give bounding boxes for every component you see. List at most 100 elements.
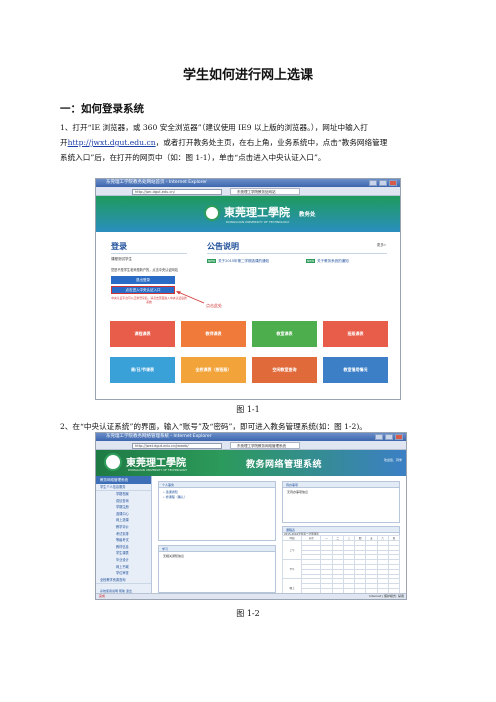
close-icon[interactable] [395,434,403,440]
address-bar[interactable]: http://jwc.dgut.edu.cn/ [132,188,222,195]
school-name-en: DONGGUAN UNIVERSITY OF TECHNOLOGY [128,468,188,472]
figure-caption: 图 1-1 [236,405,260,414]
sidebar-item[interactable]: 教学评价 [96,524,151,531]
minimize-icon[interactable] [375,434,383,440]
sidebar-item[interactable]: 教材信息 [96,544,151,551]
window-title: 东莞理工学院教务网络管理系统 - Internet Explorer [106,434,212,439]
screenshot-1: 东莞理工学院教务处网站首页 - Internet Explorer http:/… [95,178,401,400]
paragraph-line: 开http://jwxt.dgut.edu.cn，或者打开教务处主页，在右上角，… [60,135,440,150]
browser-tab[interactable]: 东莞理工学院教务处网站 [230,188,300,195]
window-title-bar: 东莞理工学院教务网络管理系统 - Internet Explorer [96,433,406,441]
figure-caption: 图 1-2 [236,609,260,618]
school-name: 東莞理工學院 [126,458,186,469]
close-icon[interactable] [389,180,397,186]
window-title: 东莞理工学院教务处网站首页 - Internet Explorer [106,180,208,185]
panel-todo: 待办事项 无待办事项信息 [282,481,400,523]
sidebar: 教务网络管理系统 学生个人信息服务 学籍档案 成绩查询 学期注册 选课中心 网上选课 教学… [96,476,152,599]
panel-study: 学习 无相关通知信息 [158,545,276,593]
paragraph-text: ，或者打开教务处主页，在右上角，业务系统中，点击“教务网络管理 [155,138,388,147]
announcement-item[interactable]: NEW 关于2015年第二学期选课的通知 [207,259,269,264]
school-name: 東莞理工學院 [224,206,290,219]
sidebar-item-resources[interactable]: 全校教学资源查询 [96,577,151,584]
paragraph-line: 系统入口”后，在打开的网页中（如：图 1-1），单击“点击进入中央认证入口”。 [60,153,326,162]
tile-class-schedule[interactable]: 班级课表 [323,321,388,347]
paragraph-step-1: 1、打开“IE 浏览器，或 360 安全浏览器”（建议使用 IE9 以上版的浏览… [60,120,440,165]
paragraph-line: 1、打开“IE 浏览器，或 360 安全浏览器”（建议使用 IE9 以上版的浏览… [60,123,368,132]
page-title: 学生如何进行网上选课 [182,68,313,83]
panel-personal: 个人事务 • 选课通知 • 修课程（确认） [158,481,276,541]
sidebar-item[interactable]: 学籍档案 [96,491,151,498]
school-logo [204,205,220,221]
announcement-text: 关于2015年第二学期选课的通知 [218,259,270,263]
cas-login-button[interactable]: 点击进入中央认证入口 [111,286,175,294]
minimize-icon[interactable] [369,180,377,186]
login-heading: 登录 [111,242,127,251]
maximize-icon[interactable] [385,434,393,440]
sidebar-item[interactable]: 学期注册 [96,504,151,511]
sidebar-item[interactable]: 学位审查 [96,570,151,577]
maximize-icon[interactable] [379,180,387,186]
panel-body: 无相关通知信息 [163,554,185,558]
sidebar-menu: 学籍档案 成绩查询 学期注册 选课中心 网上选课 教学评价 考试安排 等级考试 教材信息 学生课表… [96,491,151,577]
more-link[interactable]: 更多» [377,243,386,248]
site-header: 東莞理工學院 DONGGUAN UNIVERSITY OF TECHNOLOGY… [96,196,400,232]
tile-room-schedule[interactable]: 教室课表 [252,321,317,347]
new-badge: NEW [306,259,316,263]
sidebar-item[interactable]: 成绩查询 [96,498,151,505]
divider [207,253,387,254]
status-zone: Internet | 保护模式: 禁用 [369,594,404,598]
window-controls [369,180,397,186]
logout-button[interactable]: 退出登录 [111,276,175,284]
school-name-en: DONGGUAN UNIVERSITY OF TECHNOLOGY [226,220,290,224]
tile-teacher-schedule[interactable]: 教师课表 [181,321,246,347]
divider [111,253,187,254]
timetable-period: 上午 [281,539,303,561]
browser-toolbar: http://jwc.dgut.edu.cn/ 东莞理工学院教务处网站 [96,187,400,196]
panel-body: • 选课通知 • 修课程（确认） [159,488,275,502]
new-badge: NEW [207,259,217,263]
status-bar: 完成 Internet | 保护模式: 禁用 [96,593,406,599]
window-controls [375,434,403,440]
timetable: 时段 节次一二三四五六日上午 下午 晚上 [281,535,401,599]
school-logo [104,453,122,471]
sidebar-item[interactable]: 考试安排 [96,531,151,538]
sidebar-item[interactable]: 学生课表 [96,550,151,557]
system-header: 東莞理工學院 DONGGUAN UNIVERSITY OF TECHNOLOGY… [96,450,406,476]
sidebar-item[interactable]: 网上书城 [96,564,151,571]
window-title-bar: 东莞理工学院教务处网站首页 - Internet Explorer [96,179,400,187]
panel-body: 无待办事项信息 [287,490,309,494]
system-name: 教务网络管理系统 [246,460,323,470]
address-bar[interactable]: http://jwxt.dgut.edu.cn/jwweb/ [132,442,222,449]
timetable-period: 下午 [281,559,303,580]
sidebar-item[interactable]: 毕业设计 [96,557,151,564]
login-user: 课程测试学生 [111,257,132,261]
announcement-item[interactable]: NEW 关于教务系统的通知 [306,259,349,264]
screenshot-2: 东莞理工学院教务网络管理系统 - Internet Explorer http:… [95,432,407,600]
tile-room-booking[interactable]: 教室借用情况 [323,357,388,383]
section-heading: 一：如何登录系统 [60,103,144,115]
sidebar-header: 教务网络管理系统 [96,476,151,484]
tile-free-rooms[interactable]: 空闲教室查询 [252,357,317,383]
sidebar-item[interactable]: 网上选课 [96,517,151,524]
sidebar-item[interactable]: 等级考试 [96,537,151,544]
tile-row-1: 课程课表 教师课表 教室课表 班级课表 [110,321,388,347]
sidebar-section[interactable]: 学生个人信息服务 [96,484,151,491]
login-hint[interactable]: 您是不是学生老师是新户的，点击中央认证网站 [111,267,187,272]
paragraph-text: 开 [60,138,68,147]
tile-row-2: 周/日/节课表 全校课表（按班级） 空闲教室查询 教室借用情况 [110,357,388,383]
dept-name: 教务处 [299,212,316,218]
status-text: 完成 [99,594,106,598]
browser-tab[interactable]: 东莞理工学院教务网络管理系统 [230,442,300,449]
user-info: 欢迎您，同学 [383,458,402,462]
tile-course-schedule[interactable]: 课程课表 [110,321,175,347]
jwxt-url-link[interactable]: http://jwxt.dgut.edu.cn [68,138,156,147]
sidebar-item[interactable]: 选课中心 [96,511,151,518]
annotation-arrow-icon [176,291,205,304]
browser-toolbar: http://jwxt.dgut.edu.cn/jwweb/ 东莞理工学院教务网… [96,441,406,450]
tile-weekly-schedule[interactable]: 周/日/节课表 [110,357,175,383]
announcement-heading: 公告说明 [207,242,239,251]
announcement-text: 关于教务系统的通知 [317,259,349,263]
click-here-annotation: 点击此处 [206,303,222,308]
tile-campus-schedule[interactable]: 全校课表（按班级） [181,357,246,383]
panel-link[interactable]: • 修课程（确认） [163,495,271,500]
